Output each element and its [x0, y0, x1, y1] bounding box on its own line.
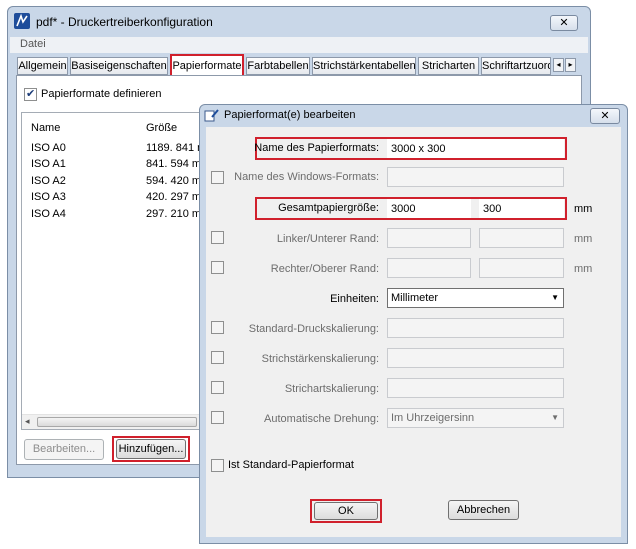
- dialog-title: Papierformat(e) bearbeiten: [224, 109, 356, 121]
- right-top-margin-unit: mm: [574, 263, 593, 275]
- dialog-edit-icon: [204, 108, 220, 122]
- cancel-button[interactable]: Abbrechen: [448, 500, 519, 520]
- line-style-scale-input[interactable]: [387, 378, 564, 398]
- height-input[interactable]: 300: [479, 199, 564, 218]
- left-bottom-margin-label: Linker/Unterer Rand:: [276, 233, 379, 245]
- list-item-size[interactable]: 1189. 841 r: [146, 142, 201, 154]
- menu-item-file[interactable]: Datei: [20, 38, 46, 50]
- tab-general[interactable]: Allgemein: [17, 57, 68, 75]
- line-style-scale-label: Strichartskalierung:: [284, 383, 379, 395]
- close-icon[interactable]: ✕: [550, 15, 578, 31]
- list-item-size[interactable]: 594. 420 mr: [146, 175, 205, 187]
- list-item-name[interactable]: ISO A2: [31, 175, 66, 187]
- list-item-name[interactable]: ISO A3: [31, 191, 66, 203]
- ok-button[interactable]: OK: [314, 502, 378, 520]
- right-margin-input[interactable]: [387, 258, 471, 278]
- default-format-checkbox[interactable]: [211, 459, 224, 472]
- tab-paper-formats[interactable]: Papierformate: [170, 54, 244, 76]
- tab-basic-properties[interactable]: Basiseigenschaften: [70, 57, 168, 75]
- paper-name-input[interactable]: 3000 x 300: [387, 139, 564, 158]
- edit-button[interactable]: Bearbeiten...: [24, 439, 104, 460]
- tab-font-mapping[interactable]: Schriftartzuord: [481, 57, 551, 75]
- scroll-left-arrow-icon[interactable]: ◂: [25, 416, 30, 427]
- list-item-name[interactable]: ISO A4: [31, 208, 66, 220]
- windows-format-input[interactable]: [387, 167, 564, 187]
- top-margin-input[interactable]: [479, 258, 564, 278]
- windows-format-label: Name des Windows-Formats:: [234, 171, 379, 183]
- line-weight-scale-input[interactable]: [387, 348, 564, 368]
- dropdown-arrow-icon: ▼: [551, 413, 559, 422]
- units-label: Einheiten:: [330, 293, 379, 305]
- define-formats-label: Papierformate definieren: [41, 88, 162, 100]
- units-select-value: Millimeter: [391, 292, 439, 304]
- list-item-name[interactable]: ISO A1: [31, 158, 66, 170]
- tab-color-tables[interactable]: Farbtabellen: [246, 57, 310, 75]
- auto-rotate-select[interactable]: Im Uhrzeigersinn ▼: [387, 408, 564, 428]
- list-item-size[interactable]: 297. 210 mr: [146, 208, 205, 220]
- line-weight-scale-label: Strichstärkenskalierung:: [261, 353, 379, 365]
- menu-bar: Datei: [10, 37, 588, 53]
- right-top-margin-label: Rechter/Oberer Rand:: [270, 263, 379, 275]
- default-format-label: Ist Standard-Papierformat: [228, 459, 354, 471]
- paper-format-list[interactable]: Name Größe ISO A0 1189. 841 r ISO A1 841…: [21, 112, 205, 430]
- total-size-unit: mm: [574, 203, 593, 215]
- list-item-size[interactable]: 420. 297 mr: [146, 191, 205, 203]
- edit-paper-format-dialog: Papierformat(e) bearbeiten ✕ Name des Pa…: [199, 104, 628, 544]
- print-scale-input[interactable]: [387, 318, 564, 338]
- define-formats-checkbox[interactable]: [24, 87, 37, 101]
- list-item-name[interactable]: ISO A0: [31, 142, 66, 154]
- bottom-margin-input[interactable]: [479, 228, 564, 248]
- list-horizontal-scrollbar[interactable]: ◂: [22, 414, 200, 429]
- print-scale-label: Standard-Druckskalierung:: [248, 323, 379, 335]
- window-title: pdf* - Druckertreiberkonfiguration: [36, 15, 213, 29]
- total-size-label: Gesamtpapiergröße:: [278, 202, 379, 214]
- tab-line-weight-tables[interactable]: Strichstärkentabellen: [312, 57, 416, 75]
- auto-rotate-value: Im Uhrzeigersinn: [391, 412, 475, 424]
- auto-rotate-label: Automatische Drehung:: [264, 413, 379, 425]
- app-logo-icon: [14, 13, 30, 29]
- scrollbar-thumb[interactable]: [37, 417, 197, 427]
- paper-name-label: Name des Papierformats:: [254, 142, 379, 154]
- dialog-body: Name des Papierformats: 3000 x 300 Name …: [206, 127, 621, 537]
- tab-scroll-right-icon[interactable]: ▸: [565, 58, 576, 72]
- list-item-size[interactable]: 841. 594 mr: [146, 158, 205, 170]
- left-bottom-margin-unit: mm: [574, 233, 593, 245]
- dialog-close-icon[interactable]: ✕: [590, 108, 620, 124]
- column-header-name[interactable]: Name: [31, 122, 60, 134]
- width-input[interactable]: 3000: [387, 199, 471, 218]
- add-button[interactable]: Hinzufügen...: [116, 439, 186, 459]
- left-margin-input[interactable]: [387, 228, 471, 248]
- tab-scroll-left-icon[interactable]: ◂: [553, 58, 564, 72]
- column-header-size[interactable]: Größe: [146, 122, 177, 134]
- dropdown-arrow-icon: ▼: [551, 293, 559, 302]
- tab-line-styles[interactable]: Stricharten: [418, 57, 479, 75]
- units-select[interactable]: Millimeter ▼: [387, 288, 564, 308]
